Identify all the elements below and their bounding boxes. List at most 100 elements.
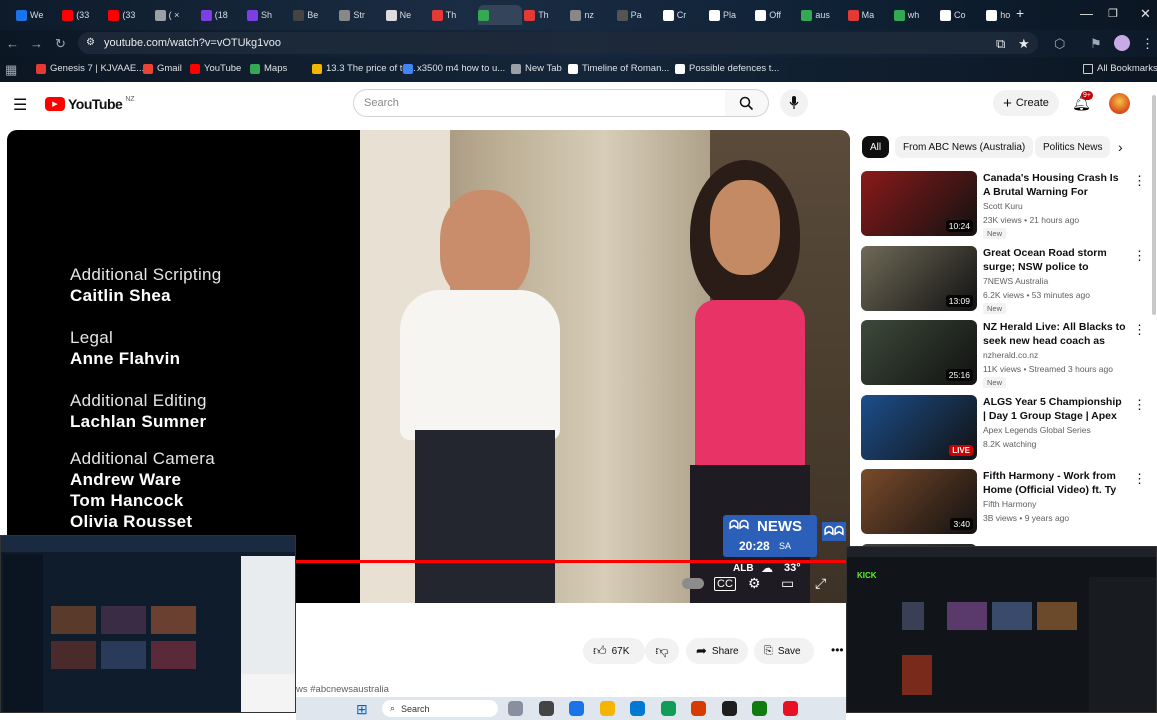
voice-search-button[interactable]	[780, 89, 808, 117]
extensions-icon[interactable]: ⬡	[1054, 36, 1065, 52]
new-tab-button[interactable]: +	[1016, 5, 1024, 21]
video-thumbnail[interactable]: 10:24	[861, 171, 977, 236]
video-thumbnail[interactable]: 13:09	[861, 245, 977, 311]
bookmark-item[interactable]: Gmail	[143, 63, 182, 74]
browser-tab[interactable]: Be	[293, 5, 337, 25]
video-player[interactable]: Additional Scripting Caitlin Shea Legal Ann…	[7, 130, 850, 603]
fullscreen-icon[interactable]: ⤢	[815, 575, 826, 592]
browser-tab[interactable]: (33	[62, 5, 106, 25]
menu-dots-icon[interactable]: ⋮	[1141, 36, 1154, 52]
recommended-video[interactable]: 10:24 Canada's Housing Crash Is A Brutal …	[861, 171, 1146, 239]
url-text[interactable]: youtube.com/watch?v=vOTUkg1voo	[104, 37, 281, 49]
recommended-video[interactable]: 3:40 Fifth Harmony - Work from Home (Offi…	[861, 469, 1146, 537]
video-thumbnail[interactable]: 3:40	[861, 469, 977, 534]
taskbar-app-icon[interactable]	[569, 701, 584, 716]
bookmark-item[interactable]: New Tab	[511, 63, 562, 74]
channel-avatar[interactable]	[1109, 93, 1130, 114]
save-button[interactable]: ⎘ Save	[754, 638, 814, 664]
browser-tab[interactable]: ( ×	[154, 5, 199, 25]
autoplay-toggle[interactable]	[682, 578, 704, 589]
like-button[interactable]: 👍︎ 67K	[583, 638, 645, 664]
search-button[interactable]	[725, 89, 769, 117]
more-actions-icon[interactable]: •••	[831, 643, 844, 657]
more-options-icon[interactable]: ⋮	[1133, 471, 1146, 487]
video-title[interactable]: Canada's Housing Crash Is A Brutal Warni…	[983, 171, 1127, 199]
taskbar-app-icon[interactable]	[782, 701, 798, 716]
chevron-right-icon[interactable]: ›	[1118, 139, 1123, 155]
browser-tab[interactable]: aus	[801, 5, 845, 25]
recommended-video[interactable]: 13:09 Great Ocean Road storm surge; NSW p…	[861, 245, 1146, 314]
video-title[interactable]: Great Ocean Road storm surge; NSW police…	[983, 246, 1127, 274]
taskbar-app-icon[interactable]	[630, 701, 645, 716]
taskbar-search[interactable]: ⌕ Search	[382, 700, 498, 717]
install-icon[interactable]: ⧉	[996, 36, 1005, 52]
browser-tab[interactable]	[478, 5, 522, 25]
more-options-icon[interactable]: ⋮	[1133, 248, 1146, 264]
video-title[interactable]: ALGS Year 5 Championship | Day 1 Group S…	[983, 395, 1127, 423]
extension-icon[interactable]: ⚑	[1090, 36, 1102, 52]
browser-tab[interactable]: Ma	[847, 5, 892, 25]
taskbar-app-icon[interactable]	[599, 701, 615, 716]
hashtag-link[interactable]: ws #abcnewsaustralia	[296, 684, 389, 695]
browser-tab[interactable]: We	[16, 5, 60, 25]
bookmark-item[interactable]: Possible defences t...	[675, 63, 779, 74]
browser-tab[interactable]: Off	[755, 5, 799, 25]
bookmark-item[interactable]: Timeline of Roman...	[568, 63, 669, 74]
taskbar-app-icon[interactable]	[538, 701, 554, 716]
reload-icon[interactable]: ↻	[55, 36, 66, 52]
taskbar-app-icon[interactable]	[721, 701, 737, 716]
filter-chip[interactable]: All	[862, 136, 890, 158]
bookmark-item[interactable]: Maps	[250, 63, 287, 74]
taskbar-app-icon[interactable]	[752, 701, 767, 716]
browser-tab[interactable]: wh	[893, 5, 938, 25]
recommended-video[interactable]: 25:16 NZ Herald Live: All Blacks to seek …	[861, 320, 1146, 388]
bookmark-item[interactable]: YouTube	[190, 63, 241, 74]
browser-tab[interactable]: nz	[570, 5, 614, 25]
close-icon[interactable]: ✕	[1140, 6, 1151, 22]
bookmark-item[interactable]: 13.3 The price of to...	[312, 63, 416, 74]
channel-name[interactable]: nzherald.co.nz	[983, 350, 1038, 360]
windows-start-icon[interactable]: ⊞	[356, 701, 368, 718]
youtube-logo[interactable]: ▶ YouTube NZ	[45, 96, 135, 112]
channel-name[interactable]: Scott Kuru	[983, 201, 1023, 211]
captions-icon[interactable]: CC	[714, 577, 736, 591]
hamburger-menu-icon[interactable]: ☰	[13, 95, 27, 115]
create-button[interactable]: + Create	[993, 90, 1059, 116]
bookmark-item[interactable]: x3500 m4 how to u...	[403, 63, 505, 74]
recommended-video[interactable]: LIVE ALGS Year 5 Championship | Day 1 Gro…	[861, 394, 1146, 463]
browser-tab[interactable]: (18	[200, 5, 245, 25]
all-bookmarks[interactable]: All Bookmarks	[1083, 63, 1157, 74]
browser-tab[interactable]: Co	[940, 5, 984, 25]
more-options-icon[interactable]: ⋮	[1133, 173, 1146, 189]
maximize-icon[interactable]: ❐	[1108, 7, 1118, 20]
apps-grid-icon[interactable]: ▦	[5, 62, 17, 78]
share-button[interactable]: ➦ Share	[686, 638, 748, 664]
bookmark-item[interactable]: Genesis 7 | KJVAAE...	[36, 63, 144, 74]
browser-tab[interactable]: Th	[431, 5, 476, 25]
settings-gear-icon[interactable]: ⚙	[748, 575, 761, 592]
more-options-icon[interactable]: ⋮	[1133, 397, 1146, 413]
video-thumbnail[interactable]: 25:16	[861, 320, 977, 385]
browser-tab[interactable]: Cr	[662, 5, 707, 25]
minimize-icon[interactable]: —	[1080, 6, 1093, 21]
browser-tab[interactable]: Sh	[247, 5, 291, 25]
back-icon[interactable]: ←	[6, 36, 19, 51]
video-thumbnail[interactable]: LIVE	[861, 394, 977, 460]
theater-mode-icon[interactable]: ▭	[781, 575, 794, 592]
taskbar-app-icon[interactable]	[691, 701, 706, 716]
more-options-icon[interactable]: ⋮	[1133, 322, 1146, 338]
bookmark-star-icon[interactable]: ★	[1018, 36, 1030, 52]
channel-name[interactable]: Apex Legends Global Series	[983, 425, 1091, 435]
dislike-button[interactable]: 👎︎	[645, 638, 679, 664]
forward-icon[interactable]: →	[30, 36, 43, 51]
search-input[interactable]: Search	[353, 89, 726, 117]
browser-tab[interactable]: Th	[524, 5, 568, 25]
browser-tab[interactable]: Pla	[709, 5, 753, 25]
browser-tab[interactable]: Str	[339, 5, 383, 25]
video-title[interactable]: Fifth Harmony - Work from Home (Official…	[983, 469, 1127, 497]
profile-avatar[interactable]	[1114, 35, 1130, 51]
channel-name[interactable]: 7NEWS Australia	[983, 276, 1048, 286]
filter-chip[interactable]: Politics News	[1035, 136, 1110, 158]
browser-tab[interactable]: (33	[108, 5, 152, 25]
browser-tab[interactable]: Pa	[616, 5, 661, 25]
